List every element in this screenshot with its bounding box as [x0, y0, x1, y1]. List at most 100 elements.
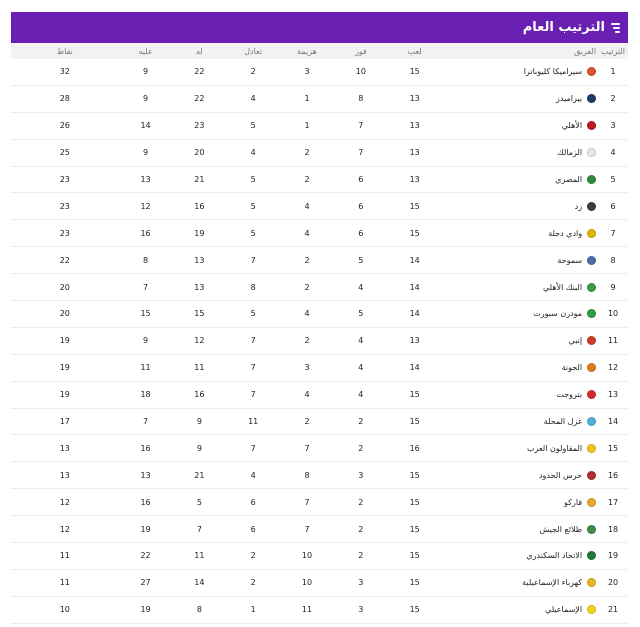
team-name[interactable]: مودرن سبورت — [533, 309, 582, 318]
team-cell[interactable]: الإسماعيلي — [442, 605, 599, 615]
table-row[interactable]: 5 المصري 13 6 2 5 21 13 23 — [11, 167, 628, 194]
team-cell[interactable]: إنبي — [442, 336, 599, 346]
points-cell: 20 — [59, 282, 70, 292]
goals-against-cell: 13 — [140, 470, 151, 480]
column-header-lost: هزيمة — [297, 46, 317, 56]
table-row[interactable]: 15 المقاولون العرب 16 2 7 7 9 16 13 — [11, 435, 628, 463]
lost-cell: 7 — [304, 443, 310, 453]
played-cell: 15 — [409, 470, 420, 480]
team-cell[interactable]: غزل المحلة — [442, 417, 599, 427]
table-row[interactable]: 2 بيراميدز 13 8 1 4 22 9 28 — [11, 86, 628, 113]
position-cell: 14 — [607, 417, 619, 427]
table-row[interactable]: 10 مودرن سبورت 14 5 4 5 15 15 20 — [11, 301, 628, 328]
team-cell[interactable]: سموحة — [442, 255, 599, 265]
team-name[interactable]: كهرباء الإسماعيلية — [522, 578, 582, 587]
team-cell[interactable]: بيراميدز — [442, 94, 599, 104]
team-name[interactable]: غزل المحلة — [544, 417, 582, 426]
drawn-cell: 7 — [250, 363, 256, 373]
team-cell[interactable]: المقاولون العرب — [442, 443, 599, 453]
table-row[interactable]: 3 الأهلي 13 7 1 5 23 14 26 — [11, 113, 628, 140]
team-name[interactable]: الأهلي — [562, 121, 582, 130]
team-cell[interactable]: المصري — [442, 175, 599, 184]
team-cell[interactable]: وادي دجلة — [442, 228, 599, 238]
table-row[interactable]: 18 طلائع الجيش 15 2 7 6 7 19 12 — [11, 516, 628, 544]
played-cell: 15 — [409, 497, 420, 507]
team-name[interactable]: الزمالك — [557, 148, 582, 157]
won-cell: 6 — [358, 175, 364, 184]
lost-cell: 11 — [301, 605, 313, 615]
points-cell: 13 — [59, 470, 70, 480]
table-row[interactable]: 7 وادي دجلة 15 6 4 5 19 16 23 — [11, 220, 628, 248]
team-cell[interactable]: طلائع الجيش — [442, 524, 599, 534]
team-cell[interactable]: الجونة — [442, 363, 599, 373]
team-cell[interactable]: كهرباء الإسماعيلية — [442, 578, 599, 588]
lost-cell: 7 — [304, 524, 310, 534]
team-name[interactable]: سيراميكا كليوباترا — [524, 67, 582, 76]
drawn-cell: 2 — [250, 578, 256, 588]
enppi-crest-icon — [587, 336, 597, 346]
won-cell: 3 — [358, 605, 364, 615]
played-cell: 13 — [409, 336, 420, 346]
team-name[interactable]: حرس الحدود — [539, 471, 582, 480]
team-cell[interactable]: الأهلي — [442, 121, 599, 131]
goals-against-cell: 13 — [140, 175, 151, 184]
team-cell[interactable]: سيراميكا كليوباترا — [442, 67, 599, 77]
table-row[interactable]: 12 الجونة 14 4 3 7 11 11 19 — [11, 355, 628, 382]
team-name[interactable]: بيراميدز — [556, 94, 582, 103]
team-cell[interactable]: البنك الأهلي — [442, 282, 599, 292]
points-cell: 17 — [59, 417, 70, 427]
table-row[interactable]: 16 حرس الحدود 15 3 8 4 21 13 13 — [11, 462, 628, 490]
modern-sport-crest-icon — [587, 309, 597, 319]
team-name[interactable]: الاتحاد السكندري — [526, 551, 582, 560]
table-row[interactable]: 11 إنبي 13 4 2 7 12 9 19 — [11, 328, 628, 355]
won-cell: 2 — [358, 443, 364, 453]
table-row[interactable]: 1 سيراميكا كليوباترا 15 10 3 2 22 9 32 — [11, 59, 628, 86]
table-row[interactable]: 19 الاتحاد السكندري 15 2 10 2 11 22 11 — [11, 543, 628, 570]
standings-table-body: 1 سيراميكا كليوباترا 15 10 3 2 22 9 32 2 بيراميدز 1… — [11, 59, 628, 624]
goals-against-cell: 18 — [140, 390, 151, 400]
team-name[interactable]: طلائع الجيش — [539, 525, 582, 534]
team-name[interactable]: الجونة — [562, 363, 582, 372]
drawn-cell: 6 — [250, 524, 256, 534]
table-row[interactable]: 8 سموحة 14 5 2 7 13 8 22 — [11, 247, 628, 275]
table-row[interactable]: 21 الإسماعيلي 15 3 11 1 8 19 10 — [11, 597, 628, 624]
team-cell[interactable]: حرس الحدود — [442, 470, 599, 480]
position-cell: 3 — [610, 121, 616, 131]
wadi-degla-crest-icon — [587, 228, 597, 238]
team-name[interactable]: وادي دجلة — [548, 229, 582, 238]
team-cell[interactable]: زد — [442, 201, 599, 211]
team-name[interactable]: زد — [575, 202, 582, 211]
team-cell[interactable]: الزمالك — [442, 148, 599, 158]
team-name[interactable]: المصري — [555, 175, 582, 184]
team-cell[interactable]: مودرن سبورت — [442, 309, 599, 319]
team-cell[interactable]: فاركو — [442, 497, 599, 507]
table-row[interactable]: 17 فاركو 15 2 7 6 5 16 12 — [11, 489, 628, 517]
goals-against-cell: 15 — [140, 309, 151, 319]
table-row[interactable]: 13 بتروجت 15 4 4 7 16 18 19 — [11, 382, 628, 409]
won-cell: 4 — [358, 336, 364, 346]
team-name[interactable]: بتروجت — [556, 390, 582, 399]
talaea-crest-icon — [587, 524, 597, 534]
table-row[interactable]: 9 البنك الأهلي 14 4 2 8 13 7 20 — [11, 274, 628, 302]
team-cell[interactable]: بتروجت — [442, 390, 599, 400]
goals-for-cell: 5 — [196, 497, 202, 507]
table-row[interactable]: 6 زد 15 6 4 5 16 12 23 — [11, 193, 628, 221]
team-cell[interactable]: الاتحاد السكندري — [442, 551, 599, 561]
goals-for-cell: 13 — [194, 255, 205, 265]
team-name[interactable]: إنبي — [569, 336, 583, 345]
played-cell: 15 — [409, 605, 420, 615]
pyramids-crest-icon — [587, 94, 597, 104]
team-name[interactable]: المقاولون العرب — [527, 444, 582, 453]
team-name[interactable]: فاركو — [564, 498, 582, 507]
drawn-cell: 7 — [250, 255, 256, 265]
lost-cell: 1 — [304, 121, 310, 131]
position-cell: 12 — [607, 363, 619, 373]
team-name[interactable]: البنك الأهلي — [543, 283, 582, 292]
table-row[interactable]: 4 الزمالك 13 7 2 4 20 9 25 — [11, 140, 628, 167]
team-name[interactable]: سموحة — [557, 256, 582, 265]
table-row[interactable]: 14 غزل المحلة 15 2 2 11 9 7 17 — [11, 409, 628, 436]
drawn-cell: 5 — [250, 121, 256, 131]
team-name[interactable]: الإسماعيلي — [545, 605, 582, 614]
column-header-points: نقاط — [56, 46, 73, 56]
table-row[interactable]: 20 كهرباء الإسماعيلية 15 3 10 2 14 27 11 — [11, 570, 628, 597]
